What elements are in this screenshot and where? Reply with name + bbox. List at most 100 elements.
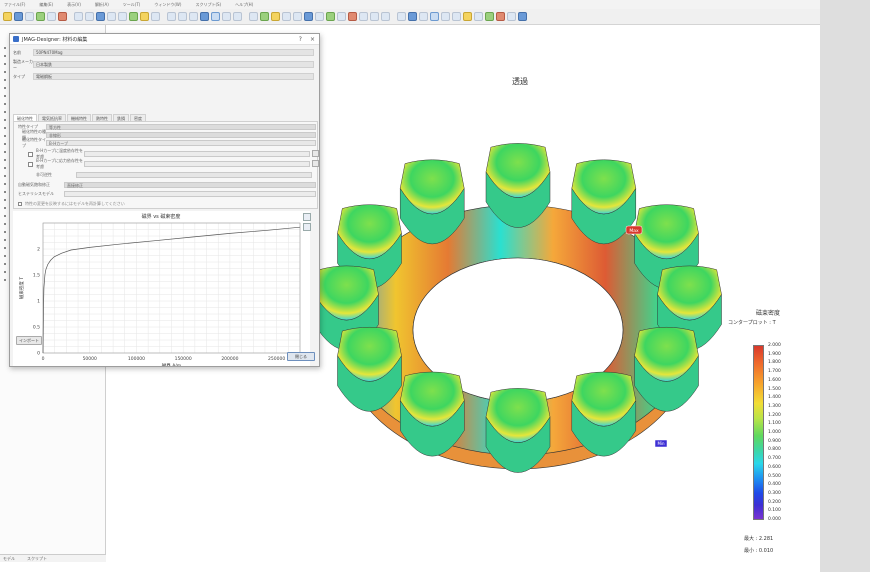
toolbar-button-icon[interactable]: [337, 12, 346, 21]
prop-value-1[interactable]: 非線形: [46, 132, 316, 138]
toolbar-button-icon[interactable]: [74, 12, 83, 21]
toolbar-button-icon[interactable]: [25, 12, 34, 21]
tree-node-icon[interactable]: [4, 167, 6, 169]
toolbar-button-icon[interactable]: [200, 12, 209, 21]
stator-tooth[interactable]: [337, 326, 402, 412]
prop-value-4[interactable]: [84, 161, 310, 167]
prop-value-7[interactable]: [64, 191, 316, 197]
toolbar-button-icon[interactable]: [211, 12, 220, 21]
toolbar-button-icon[interactable]: [381, 12, 390, 21]
tree-node-icon[interactable]: [4, 63, 6, 65]
tree-node-icon[interactable]: [4, 279, 6, 281]
dialog-titlebar[interactable]: JMAG-Designer: 材料の編集 ? ×: [10, 34, 319, 45]
toolbar-button-icon[interactable]: [282, 12, 291, 21]
close-button[interactable]: 閉じる: [287, 352, 315, 361]
temp-dependency-edit-button[interactable]: [312, 150, 319, 157]
toolbar-button-icon[interactable]: [233, 12, 242, 21]
stator-tooth[interactable]: [634, 326, 699, 412]
tree-node-icon[interactable]: [4, 47, 6, 49]
menu-item-1[interactable]: 編集(E): [39, 2, 53, 8]
tree-node-icon[interactable]: [4, 127, 6, 129]
tree-node-icon[interactable]: [4, 271, 6, 273]
prop-value-6[interactable]: 直接修正: [64, 182, 316, 188]
tree-node-icon[interactable]: [4, 55, 6, 57]
tree-node-icon[interactable]: [4, 263, 6, 265]
tree-node-icon[interactable]: [4, 255, 6, 257]
stator-tooth[interactable]: [399, 159, 465, 244]
chart-table-icon[interactable]: [303, 213, 311, 221]
menu-item-6[interactable]: スクリプト(S): [195, 2, 221, 8]
toolbar-button-icon[interactable]: [271, 12, 280, 21]
tree-node-icon[interactable]: [4, 87, 6, 89]
toolbar-button-icon[interactable]: [496, 12, 505, 21]
toolbar-button-icon[interactable]: [419, 12, 428, 21]
tree-node-icon[interactable]: [4, 207, 6, 209]
tree-node-icon[interactable]: [4, 135, 6, 137]
tree-node-icon[interactable]: [4, 183, 6, 185]
toolbar-button-icon[interactable]: [260, 12, 269, 21]
tree-node-icon[interactable]: [4, 199, 6, 201]
toolbar-button-icon[interactable]: [348, 12, 357, 21]
tree-node-icon[interactable]: [4, 151, 6, 153]
toolbar-button-icon[interactable]: [370, 12, 379, 21]
toolbar-button-icon[interactable]: [47, 12, 56, 21]
tree-node-icon[interactable]: [4, 143, 6, 145]
prop-value-5[interactable]: [76, 172, 312, 178]
tree-node-icon[interactable]: [4, 215, 6, 217]
toolbar-button-icon[interactable]: [107, 12, 116, 21]
tree-node-icon[interactable]: [4, 71, 6, 73]
toolbar-button-icon[interactable]: [430, 12, 439, 21]
toolbar-button-icon[interactable]: [189, 12, 198, 21]
maker-input[interactable]: 日本製鉄: [33, 61, 314, 68]
toolbar-button-icon[interactable]: [249, 12, 258, 21]
toolbar-button-icon[interactable]: [441, 12, 450, 21]
toolbar-button-icon[interactable]: [518, 12, 527, 21]
prop-value-3[interactable]: [84, 151, 310, 157]
toolbar-button-icon[interactable]: [178, 12, 187, 21]
import-button[interactable]: インポート: [16, 336, 42, 345]
close-icon[interactable]: ×: [310, 36, 315, 43]
toolbar-button-icon[interactable]: [96, 12, 105, 21]
tree-node-icon[interactable]: [4, 119, 6, 121]
menu-item-0[interactable]: ファイル(F): [4, 2, 25, 8]
toolbar-button-icon[interactable]: [58, 12, 67, 21]
toolbar-button-icon[interactable]: [85, 12, 94, 21]
tree-node-icon[interactable]: [4, 103, 6, 105]
temp-dependency-checkbox[interactable]: [28, 151, 33, 157]
toolbar-button-icon[interactable]: [359, 12, 368, 21]
toolbar-button-icon[interactable]: [3, 12, 12, 21]
tree-node-icon[interactable]: [4, 111, 6, 113]
stress-dependency-checkbox[interactable]: [28, 161, 33, 167]
chart-settings-icon[interactable]: [303, 223, 311, 231]
toolbar-button-icon[interactable]: [222, 12, 231, 21]
menu-item-5[interactable]: ウィンドウ(W): [154, 2, 181, 8]
prop-value-2[interactable]: B-Hカーブ: [46, 140, 316, 146]
menu-item-2[interactable]: 表示(V): [67, 2, 81, 8]
tree-node-icon[interactable]: [4, 175, 6, 177]
note-checkbox[interactable]: [18, 202, 22, 206]
tab-model[interactable]: モデル: [3, 556, 15, 562]
tree-node-icon[interactable]: [4, 191, 6, 193]
min-marker[interactable]: Min: [654, 439, 668, 448]
help-icon[interactable]: ?: [299, 36, 302, 43]
toolbar-button-icon[interactable]: [507, 12, 516, 21]
toolbar-button-icon[interactable]: [36, 12, 45, 21]
toolbar-button-icon[interactable]: [304, 12, 313, 21]
toolbar-button-icon[interactable]: [474, 12, 483, 21]
toolbar-button-icon[interactable]: [14, 12, 23, 21]
tab-script[interactable]: スクリプト: [27, 556, 47, 562]
toolbar-button-icon[interactable]: [463, 12, 472, 21]
toolbar-button-icon[interactable]: [293, 12, 302, 21]
tree-node-icon[interactable]: [4, 231, 6, 233]
toolbar-button-icon[interactable]: [408, 12, 417, 21]
menu-item-3[interactable]: 解析(A): [95, 2, 109, 8]
type-input[interactable]: 電磁鋼板: [33, 73, 314, 80]
menu-item-4[interactable]: ツール(T): [123, 2, 141, 8]
stator-tooth[interactable]: [571, 371, 637, 457]
tree-node-icon[interactable]: [4, 239, 6, 241]
toolbar-button-icon[interactable]: [140, 12, 149, 21]
prop-value-0[interactable]: 等方性: [46, 124, 316, 130]
toolbar-button-icon[interactable]: [397, 12, 406, 21]
name-input[interactable]: 50PN470Mag: [33, 49, 314, 56]
tree-node-icon[interactable]: [4, 95, 6, 97]
